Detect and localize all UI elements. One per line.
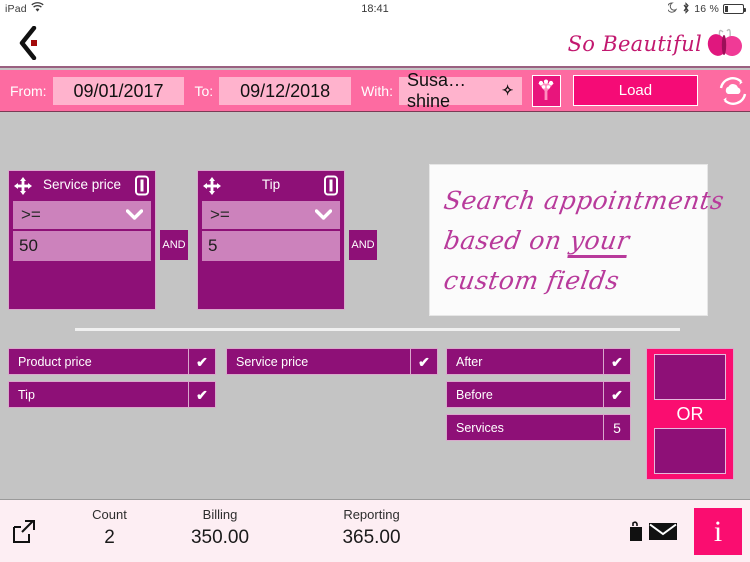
butterfly-icon [707,28,742,56]
search-toolbar: From: 09/01/2017 To: 09/12/2018 With: Su… [0,70,750,112]
handwritten-note: Search appointments based on your custom… [430,165,727,315]
from-label: From: [10,82,47,99]
stat-reporting: Reporting 365.00 [320,507,423,549]
trash-icon[interactable] [134,175,150,196]
field-checkbox[interactable]: ✔ [603,382,630,407]
stat-value: 365.00 [342,527,401,548]
do-not-disturb-icon [667,2,678,16]
field-row-product-price[interactable]: Product price ✔ [8,348,216,375]
or-drop-slot-top[interactable] [654,354,726,400]
battery-icon [723,4,746,14]
field-row-tip[interactable]: Tip ✔ [8,381,216,408]
back-button[interactable] [14,25,48,61]
filter-card-service-price[interactable]: Service price >= 50 [8,170,156,310]
field-label: Product price [18,354,92,369]
chevron-down-icon [125,205,144,225]
operator-value: >= [210,205,230,224]
stat-count: Count 2 [62,507,157,549]
to-date-input[interactable]: 09/12/2018 [219,76,352,105]
field-label: Tip [18,387,35,402]
or-group-panel: OR [646,348,734,480]
bluetooth-icon [682,1,690,17]
note-line-2a: based on [441,226,573,255]
field-row-before[interactable]: Before ✔ [446,381,631,408]
filter-value-input[interactable]: 5 [202,231,340,261]
field-checkbox[interactable]: ✔ [188,382,215,407]
stat-value: 2 [104,527,115,548]
filter-card-header: Service price [9,171,155,201]
operator-select[interactable]: >= [202,201,340,229]
trash-icon[interactable] [323,175,339,196]
or-label: OR [676,404,704,424]
field-checkbox[interactable]: ✔ [603,349,630,374]
filter-card-tip[interactable]: Tip >= 5 [197,170,345,310]
note-line-2b: your [567,226,632,258]
note-line-3: custom fields [441,266,622,295]
from-date-input[interactable]: 09/01/2017 [52,76,185,105]
load-button-label: Load [618,82,653,99]
load-button[interactable]: Load [572,75,698,106]
chevron-down-icon: ✧ [501,82,514,98]
stat-caption: Count [92,507,127,522]
with-staff-value: Susa…shine [406,69,467,111]
connector-label: AND [162,239,186,251]
connector-label: AND [351,239,375,251]
stat-caption: Billing [202,507,238,522]
field-label: Services [456,420,504,435]
cloud-sync-button[interactable] [716,74,750,108]
or-drop-slot-bottom[interactable] [654,428,726,474]
info-button[interactable]: i [694,508,742,555]
export-icon[interactable] [12,520,36,544]
filter-value-input[interactable]: 50 [13,231,151,261]
field-label: After [456,354,483,369]
field-checkbox[interactable]: ✔ [188,349,215,374]
note-line-1: Search appointments [441,186,727,215]
filter-funnel-icon [538,79,555,100]
operator-select[interactable]: >= [13,201,151,229]
app-header: So Beautiful [0,18,750,68]
to-label: To: [194,82,214,99]
mail-envelope-icon[interactable] [648,520,678,547]
field-label: Before [456,387,493,402]
filter-card-header: Tip [198,171,344,201]
status-bar-right: 16 % [667,1,746,17]
back-chevron-icon [19,26,37,60]
note-line-2: based on your [441,221,696,261]
with-staff-select[interactable]: Susa…shine ✧ [398,70,522,111]
status-bar-clock: 18:41 [361,3,389,15]
print-icon[interactable] [628,520,645,547]
search-builder-body: Service price >= 50 AND Tip >= 5 AND Sea… [0,112,750,499]
connector-and-2[interactable]: AND [349,230,377,260]
brand-logo: So Beautiful [568,24,744,64]
info-button-label: i [713,514,723,548]
field-row-services[interactable]: Services 5 [446,414,631,441]
chevron-down-icon [314,205,333,225]
field-row-after[interactable]: After ✔ [446,348,631,375]
app-root: iPad 18:41 16 % So Beautiful From: 09/01… [0,0,750,562]
battery-percent: 16 % [694,3,719,15]
status-bar: iPad 18:41 16 % [0,0,750,18]
stat-billing: Billing 350.00 [170,507,270,549]
stat-caption: Reporting [343,507,400,522]
footer-action-icons[interactable] [628,520,678,547]
field-label: Service price [236,354,309,369]
summary-footer: Count 2 Billing 350.00 Reporting 365.00 [0,499,750,562]
field-checkbox[interactable]: ✔ [410,349,437,374]
field-count-value[interactable]: 5 [603,415,630,440]
filter-button[interactable] [531,74,561,107]
brand-name: So Beautiful [567,32,702,56]
field-row-service-price[interactable]: Service price ✔ [226,348,438,375]
section-divider [75,328,680,331]
connector-and-1[interactable]: AND [160,230,188,260]
with-label: With: [361,82,393,99]
cloud-sync-icon [719,76,747,105]
operator-value: >= [21,205,41,224]
stat-value: 350.00 [190,527,250,548]
